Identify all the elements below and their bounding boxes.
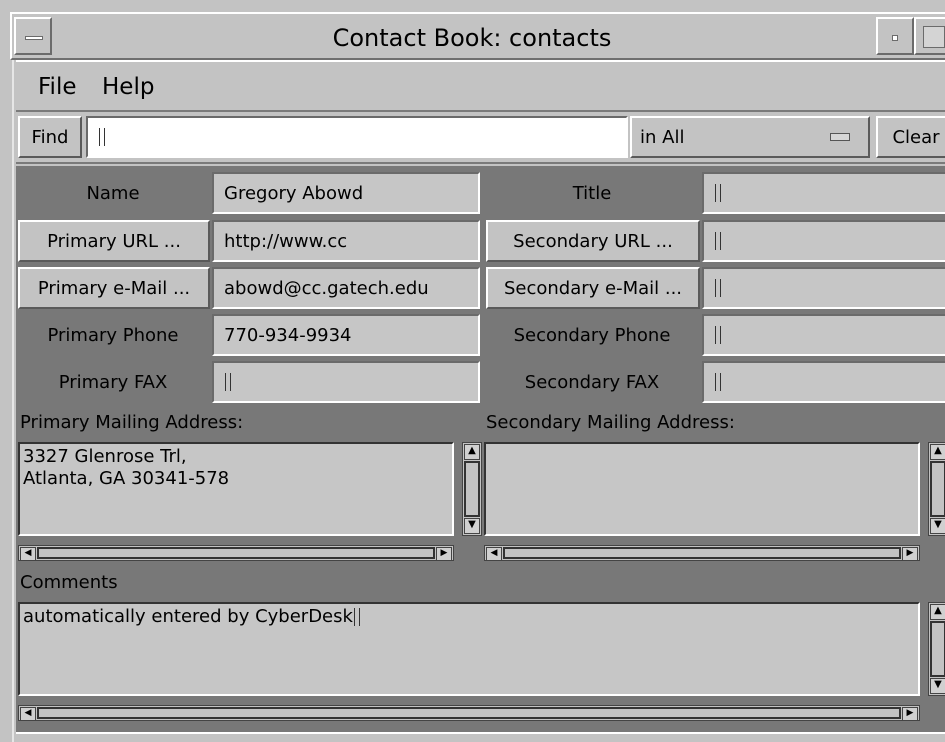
scroll-thumb[interactable] [37,707,901,719]
primary-email-field[interactable]: abowd@cc.gatech.edu [212,267,480,309]
window-left-border [0,60,14,742]
primary-address-hscroll[interactable]: ◀ ▶ [18,545,454,561]
search-bar: Find in All Clear [16,112,945,164]
primary-url-value: http://www.cc [224,230,348,252]
primary-fax-field[interactable] [212,361,480,403]
title-field[interactable] [702,172,945,214]
secondary-address-vscroll[interactable]: ▲ ▼ [928,442,945,536]
scroll-right-arrow-icon[interactable]: ▶ [902,707,918,721]
primary-email-value: abowd@cc.gatech.edu [224,277,429,299]
secondary-fax-label: Secondary FAX [524,371,660,393]
scroll-right-arrow-icon[interactable]: ▶ [902,547,918,561]
primary-address-vscroll[interactable]: ▲ ▼ [462,442,482,536]
secondary-url-field[interactable] [702,220,945,262]
contact-form: Name Gregory Abowd Title Primary URL ...… [16,166,945,742]
minimize-icon [892,35,898,41]
scroll-up-arrow-icon[interactable]: ▲ [464,444,480,460]
maximize-button[interactable] [914,17,945,55]
scope-select[interactable]: in All [630,116,870,158]
name-field[interactable]: Gregory Abowd [212,172,480,214]
menu-bar: File Help [16,60,945,112]
scroll-thumb[interactable] [464,461,480,517]
scroll-left-arrow-icon[interactable]: ◀ [20,547,36,561]
secondary-email-button[interactable]: Secondary e-Mail ... [486,267,700,309]
scope-select-value: in All [640,126,685,148]
name-label: Name [86,182,140,204]
primary-address-label: Primary Mailing Address: [20,412,244,433]
title-label: Title [572,182,612,204]
scroll-up-arrow-icon[interactable]: ▲ [930,444,945,460]
scroll-left-arrow-icon[interactable]: ◀ [486,547,502,561]
secondary-address-label: Secondary Mailing Address: [486,412,735,433]
dropdown-indicator-icon [830,133,850,141]
bottom-button-strip [16,732,945,742]
text-cursor-icon [99,128,105,146]
comments-vscroll[interactable]: ▲ ▼ [928,602,945,696]
secondary-address-hscroll[interactable]: ◀ ▶ [484,545,920,561]
menu-file[interactable]: File [38,74,77,100]
scroll-right-arrow-icon[interactable]: ▶ [436,547,452,561]
secondary-address-textarea[interactable] [484,442,920,536]
primary-phone-label: Primary Phone [47,324,179,346]
window-title: Contact Book: contacts [332,24,612,52]
title-bar[interactable]: Contact Book: contacts [10,12,945,60]
menu-help[interactable]: Help [102,74,154,100]
comments-label: Comments [20,572,118,593]
text-cursor-icon [715,232,721,250]
scroll-thumb[interactable] [503,547,901,559]
window-menu-icon [25,36,43,40]
primary-url-button[interactable]: Primary URL ... [18,220,210,262]
scroll-thumb[interactable] [37,547,435,559]
primary-email-button[interactable]: Primary e-Mail ... [18,267,210,309]
window-menu-button[interactable] [14,17,52,55]
text-cursor-icon [715,373,721,391]
scroll-left-arrow-icon[interactable]: ◀ [20,707,36,721]
scroll-up-arrow-icon[interactable]: ▲ [930,604,945,620]
minimize-button[interactable] [876,17,914,55]
secondary-fax-field[interactable] [702,361,945,403]
primary-phone-value: 770-934-9934 [224,324,352,346]
secondary-url-button[interactable]: Secondary URL ... [486,220,700,262]
scroll-down-arrow-icon[interactable]: ▼ [930,678,945,694]
scroll-thumb[interactable] [930,621,945,677]
text-cursor-icon [225,373,231,391]
maximize-icon [923,26,945,48]
secondary-phone-label: Secondary Phone [513,324,671,346]
secondary-email-field[interactable] [702,267,945,309]
scroll-down-arrow-icon[interactable]: ▼ [930,518,945,534]
primary-fax-label: Primary FAX [58,371,168,393]
primary-phone-field[interactable]: 770-934-9934 [212,314,480,356]
primary-url-field[interactable]: http://www.cc [212,220,480,262]
text-cursor-icon [715,326,721,344]
text-cursor-icon [715,184,721,202]
name-field-value: Gregory Abowd [224,182,364,204]
comments-textarea[interactable]: automatically entered by CyberDesk [18,602,920,696]
application-window: Contact Book: contacts File Help Find in… [0,0,945,742]
clear-button[interactable]: Clear [876,116,945,158]
scroll-down-arrow-icon[interactable]: ▼ [464,518,480,534]
scroll-thumb[interactable] [930,461,945,517]
search-input[interactable] [86,116,628,158]
comments-hscroll[interactable]: ◀ ▶ [18,705,920,721]
find-button[interactable]: Find [18,116,82,158]
primary-address-textarea[interactable]: 3327 Glenrose Trl, Atlanta, GA 30341-578 [18,442,454,536]
comments-value: automatically entered by CyberDesk [23,606,353,627]
secondary-phone-field[interactable] [702,314,945,356]
text-cursor-icon [353,608,360,626]
text-cursor-icon [715,279,721,297]
